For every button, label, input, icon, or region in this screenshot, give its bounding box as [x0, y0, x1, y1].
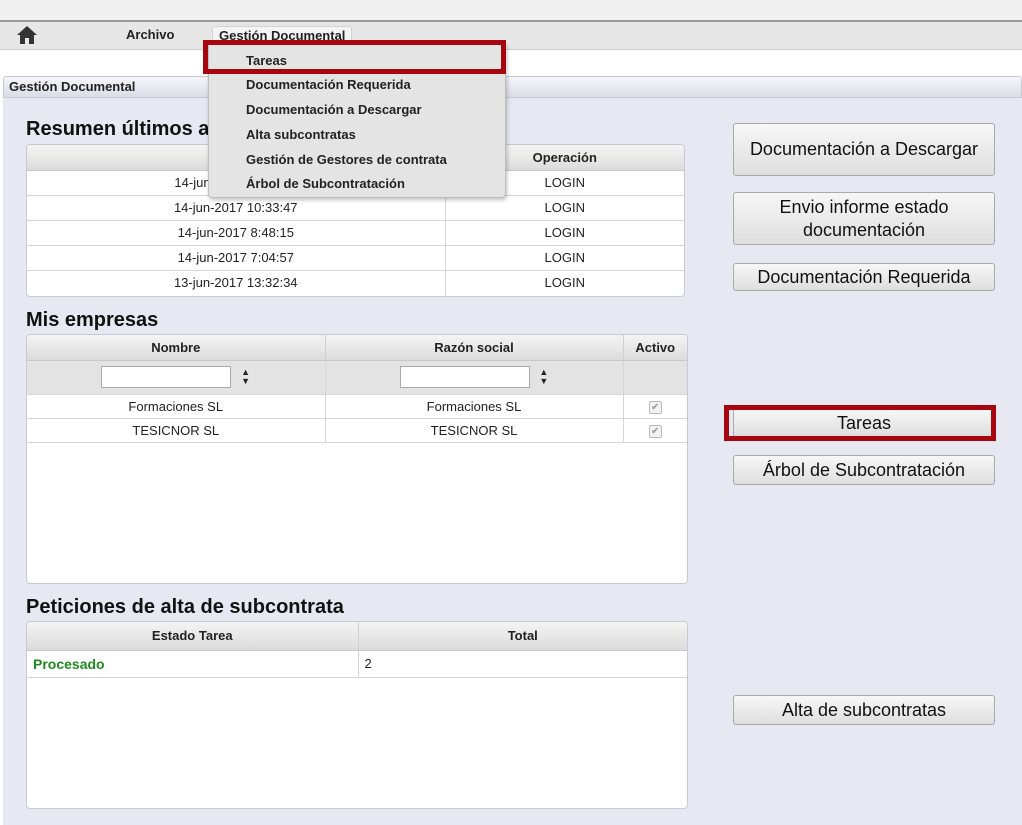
column-header-nombre[interactable]: Nombre [27, 335, 326, 361]
home-icon[interactable] [16, 25, 38, 45]
operacion-cell: LOGIN [544, 275, 585, 291]
tareas-button[interactable]: Tareas [733, 409, 995, 437]
table-row: 14-jun-2017 7:04:57 LOGIN [27, 245, 684, 271]
check-icon: ✔ [648, 401, 662, 414]
column-header-estado-tarea[interactable]: Estado Tarea [27, 622, 359, 651]
empresas-table: Nombre Razón social Activo ▲ ▼ ▲ ▼ Forma… [26, 334, 688, 584]
dropdown-item-gestores[interactable]: Gestión de Gestores de contrata [246, 152, 447, 167]
operacion-cell: LOGIN [445, 245, 684, 271]
envio-informe-button[interactable]: Envio informe estado documentación [733, 192, 995, 245]
arbol-subcontratacion-button[interactable]: Árbol de Subcontratación [733, 455, 995, 485]
table-row[interactable]: TESICNOR SL TESICNOR SL ✔ [27, 418, 687, 443]
peticiones-table: Estado Tarea Total Procesado 2 [26, 621, 688, 809]
column-header-razon-social[interactable]: Razón social [325, 335, 624, 361]
table-row: 14-jun-2017 8:48:15 LOGIN [27, 220, 684, 246]
alta-subcontratas-button[interactable]: Alta de subcontratas [733, 695, 995, 725]
dropdown-item-doc-requerida[interactable]: Documentación Requerida [246, 77, 411, 92]
activo-filter-cell [623, 360, 687, 395]
razon-social-cell: TESICNOR SL [325, 418, 624, 443]
sort-icon[interactable]: ▲ ▼ [539, 368, 548, 386]
fecha-cell: 13-jun-2017 13:32:34 [27, 270, 446, 295]
nombre-cell: TESICNOR SL [27, 418, 326, 443]
menubar: Archivo Gestión Documental [0, 22, 1022, 50]
estado-cell: Procesado [27, 650, 359, 678]
column-header-activo[interactable]: Activo [623, 335, 687, 361]
fecha-cell: 14-jun-2017 8:48:15 [27, 220, 446, 246]
razon-social-cell: Formaciones SL [325, 394, 624, 419]
menu-gestion-documental[interactable]: Gestión Documental [212, 26, 353, 44]
filter-row: ▲ ▼ ▲ ▼ [27, 360, 687, 395]
nombre-cell: Formaciones SL [27, 394, 326, 419]
column-header-total[interactable]: Total [358, 622, 687, 651]
window-top-strip [0, 0, 1022, 22]
razon-social-filter-input[interactable] [399, 366, 530, 388]
dropdown-item-arbol[interactable]: Árbol de Subcontratación [246, 176, 405, 191]
doc-descargar-button[interactable]: Documentación a Descargar [733, 123, 995, 176]
gestion-documental-dropdown: Tareas Documentación Requerida Documenta… [208, 44, 506, 198]
main-content: Resumen últimos accesos Fecha Operación … [3, 98, 1022, 825]
nombre-filter-input[interactable] [101, 366, 232, 388]
table-row[interactable]: Formaciones SL Formaciones SL ✔ [27, 394, 687, 419]
check-icon: ✔ [648, 425, 662, 438]
menu-archivo[interactable]: Archivo [120, 26, 180, 43]
table-row: 13-jun-2017 13:32:34 LOGIN [27, 270, 684, 295]
peticiones-title: Peticiones de alta de subcontrata [26, 596, 344, 618]
dropdown-item-tareas[interactable]: Tareas [246, 53, 287, 68]
table-row[interactable]: Procesado 2 [27, 650, 687, 678]
total-cell: 2 [358, 650, 687, 678]
doc-requerida-button[interactable]: Documentación Requerida [733, 263, 995, 291]
fecha-cell: 14-jun-2017 10:33:47 [27, 195, 446, 221]
breadcrumb: Gestión Documental [3, 76, 1022, 98]
operacion-cell: LOGIN [445, 220, 684, 246]
operacion-cell: LOGIN [445, 195, 684, 221]
dropdown-item-doc-descargar[interactable]: Documentación a Descargar [246, 102, 422, 117]
table-row: 14-jun-2017 10:33:47 LOGIN [27, 195, 684, 221]
dropdown-item-alta-subcontratas[interactable]: Alta subcontratas [246, 127, 356, 142]
empresas-title: Mis empresas [26, 309, 159, 331]
sort-icon[interactable]: ▲ ▼ [241, 368, 250, 386]
fecha-cell: 14-jun-2017 7:04:57 [27, 245, 446, 271]
